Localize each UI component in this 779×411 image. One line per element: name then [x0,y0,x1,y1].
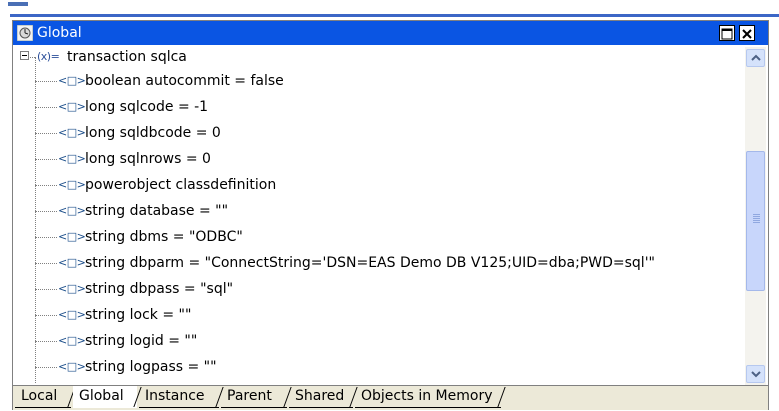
variable-icon: <□> [58,178,86,191]
tree-connector [35,341,57,342]
tree-item[interactable]: <□> long sqlnrows = 0 [13,147,713,171]
tree-item[interactable]: <□> powerobject classdefinition [13,173,713,197]
tree-connector [35,315,57,316]
tree-item[interactable]: <□> long sqlcode = -1 [13,95,713,119]
scroll-down-button[interactable] [746,365,765,383]
tree-item[interactable]: <□> string dbms = "ODBC" [13,225,713,249]
variable-icon: <□> [58,360,86,373]
tree-connector [35,159,57,160]
variable-icon: <□> [58,334,86,347]
tree-item-label: long sqldbcode = 0 [85,125,221,141]
maximize-icon [721,28,733,40]
grip-icon [753,214,760,223]
vertical-scrollbar[interactable] [745,47,766,385]
global-window: Global (x)= transaction sqlca <□> boolea [12,20,769,410]
window-title: Global [37,25,82,41]
tree-item-label: powerobject classdefinition [85,177,277,193]
tree-connector [35,133,57,134]
tree-connector [35,185,57,186]
tree-item-label: string dbpass = "sql" [85,281,234,297]
tree-item[interactable]: <□> boolean autocommit = false [13,69,713,93]
tab-parent[interactable]: Parent [221,386,287,408]
tree-item[interactable]: <□> string logpass = "" [13,355,713,379]
scrollbar-thumb[interactable] [746,151,765,291]
tree-root[interactable]: (x)= transaction sqlca [13,45,713,69]
tree-item[interactable]: <□> string dbparm = "ConnectString='DSN=… [13,251,713,275]
tab-objects-in-memory[interactable]: Objects in Memory [355,386,501,408]
title-bar[interactable]: Global [13,21,768,45]
variable-icon: <□> [58,308,86,321]
tree-item-label: string lock = "" [85,307,192,323]
chevron-up-icon [750,54,761,61]
top-strip [0,0,779,22]
close-icon [742,29,752,39]
tree-item[interactable]: <□> string logid = "" [13,329,713,353]
tab-local[interactable]: Local [15,386,71,408]
tree-item-label: string logpass = "" [85,359,217,375]
tree-item-label: boolean autocommit = false [85,73,284,89]
tree-connector [35,107,57,108]
tab-bar: Local Global Instance Parent Shared Obje… [13,385,768,410]
tab-instance[interactable]: Instance [139,386,219,408]
tree-item[interactable]: <□> string database = "" [13,199,713,223]
variable-icon: <□> [58,126,86,139]
tree-connector [35,289,57,290]
close-button[interactable] [739,25,755,41]
minus-box-icon[interactable] [20,51,29,60]
tree-item[interactable]: <□> string dbpass = "sql" [13,277,713,301]
variable-icon: <□> [58,230,86,243]
variable-icon: <□> [58,282,86,295]
tree-item[interactable]: <□> string lock = "" [13,303,713,327]
top-accent [8,2,28,6]
tree-connector [35,211,57,212]
tree-item-label: long sqlcode = -1 [85,99,209,115]
variable-icon: <□> [58,100,86,113]
tab-global[interactable]: Global [73,386,137,408]
variable-icon: <□> [58,204,86,217]
variable-tree: (x)= transaction sqlca <□> boolean autoc… [13,45,743,383]
scroll-up-button[interactable] [746,49,765,67]
maximize-button[interactable] [719,25,735,41]
tree-connector [35,81,57,82]
tree-item-label: long sqlnrows = 0 [85,151,211,167]
tree-connector [35,237,57,238]
watch-icon [17,25,33,41]
tree-item-label: string logid = "" [85,333,198,349]
tab-shared[interactable]: Shared [289,386,353,408]
variable-icon: <□> [58,256,86,269]
tree-item-label: string dbms = "ODBC" [85,229,243,245]
variable-icon: <□> [58,74,86,87]
tree-root-label: transaction sqlca [67,49,187,65]
tree-item-label: string dbparm = "ConnectString='DSN=EAS … [85,255,655,271]
tree-item[interactable]: <□> long sqldbcode = 0 [13,121,713,145]
chevron-down-icon [750,371,761,378]
transaction-icon: (x)= [37,50,60,63]
variable-icon: <□> [58,152,86,165]
tree-connector [35,367,57,368]
tree-connector [35,263,57,264]
tree-item-label: string database = "" [85,203,229,219]
top-rule [10,14,779,17]
